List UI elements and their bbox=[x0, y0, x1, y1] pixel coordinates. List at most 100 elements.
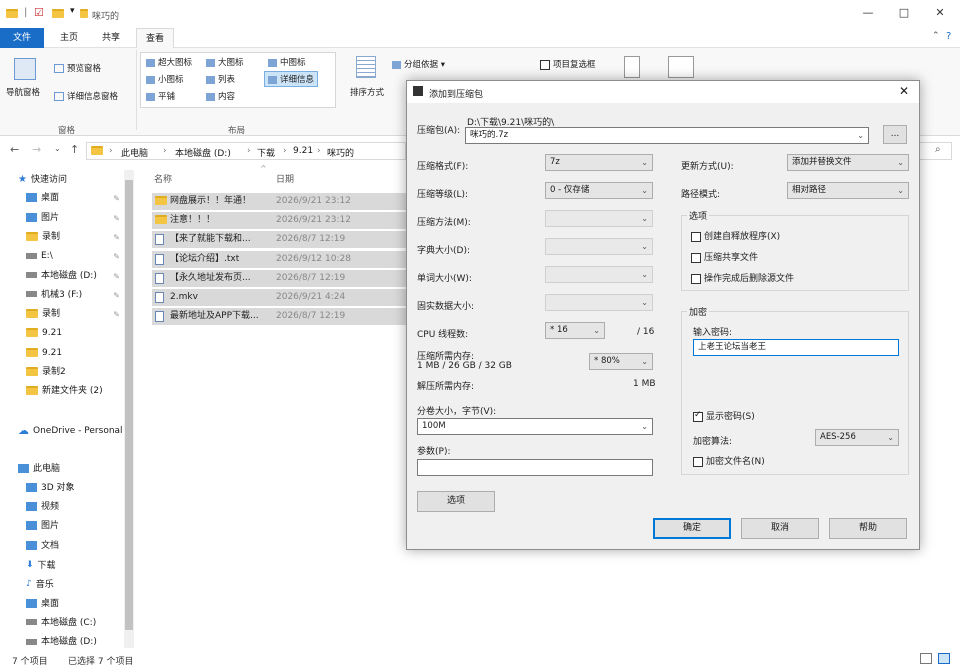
layout-content[interactable]: 内容 bbox=[206, 90, 235, 102]
forward-icon[interactable]: → bbox=[32, 143, 41, 156]
tab-share[interactable]: 共享 bbox=[94, 28, 128, 48]
nav-item[interactable]: 新建文件夹 (2) bbox=[0, 382, 126, 401]
mem-percent-select[interactable]: * 80% ⌄ bbox=[589, 353, 653, 370]
help-icon[interactable]: ? bbox=[946, 31, 951, 42]
nav-item[interactable]: 录制 ✎ bbox=[0, 228, 126, 247]
nav-item[interactable]: 9.21 bbox=[0, 324, 126, 343]
dialog-close-button[interactable]: ✕ bbox=[899, 84, 909, 98]
nav-item[interactable]: ★ 快速访问 bbox=[0, 170, 126, 189]
nav-item[interactable]: ⬇ 下载 bbox=[0, 556, 126, 575]
encrypt-names-checkbox[interactable]: 加密文件名(N) bbox=[693, 454, 765, 467]
opt-sfx-checkbox[interactable]: 创建自释放程序(X) bbox=[691, 229, 780, 242]
nav-item[interactable]: 9.21 bbox=[0, 344, 126, 363]
dict-select[interactable]: ⌄ bbox=[545, 238, 653, 255]
sort-button[interactable]: 排序方式 bbox=[350, 86, 384, 98]
layout-large-icons[interactable]: 大图标 bbox=[206, 56, 244, 68]
nav-item[interactable]: ☁ OneDrive - Personal bbox=[0, 421, 126, 440]
options-button[interactable]: 选项 bbox=[417, 491, 495, 512]
word-select[interactable]: ⌄ bbox=[545, 266, 653, 283]
minimize-button[interactable]: — bbox=[860, 6, 876, 20]
layout-list[interactable]: 列表 bbox=[206, 73, 235, 85]
format-select[interactable]: 7z ⌄ bbox=[545, 154, 653, 171]
nav-item[interactable]: 本地磁盘 (C:) bbox=[0, 614, 126, 633]
layout-details[interactable]: 详细信息 bbox=[264, 71, 319, 87]
nav-item[interactable]: E:\ ✎ bbox=[0, 247, 126, 266]
nav-item[interactable]: 机械3 (F:) ✎ bbox=[0, 286, 126, 305]
breadcrumb-item[interactable]: 本地磁盘 (D:) bbox=[175, 146, 231, 159]
details-pane-button[interactable]: 详细信息窗格 bbox=[54, 90, 118, 102]
back-icon[interactable]: ← bbox=[10, 143, 19, 156]
cpu-select[interactable]: * 16 ⌄ bbox=[545, 322, 605, 339]
nav-item[interactable]: 录制2 bbox=[0, 363, 126, 382]
update-select[interactable]: 添加并替换文件 ⌄ bbox=[787, 154, 909, 171]
breadcrumb-item[interactable]: 9.21 bbox=[293, 146, 313, 156]
column-header-date[interactable]: 日期 bbox=[276, 172, 294, 185]
details-view-icon[interactable] bbox=[920, 653, 932, 664]
nav-item[interactable]: 视频 bbox=[0, 498, 126, 517]
properties-icon[interactable]: ☑ bbox=[34, 6, 44, 19]
method-select[interactable]: ⌄ bbox=[545, 210, 653, 227]
hide-selected-icon[interactable] bbox=[624, 56, 640, 78]
group-by-button[interactable]: 分组依据 ▾ bbox=[392, 58, 445, 70]
tab-file[interactable]: 文件 bbox=[0, 28, 44, 48]
up-icon[interactable]: ↑ bbox=[70, 143, 79, 156]
enc-method-select[interactable]: AES-256 ⌄ bbox=[815, 429, 899, 446]
opt-shared-checkbox[interactable]: 压缩共享文件 bbox=[691, 250, 758, 263]
layout-small-icons[interactable]: 小图标 bbox=[146, 73, 184, 85]
nav-item[interactable]: 本地磁盘 (D:) ✎ bbox=[0, 267, 126, 286]
nav-pane-button[interactable]: 导航窗格 bbox=[6, 86, 40, 98]
nav-item[interactable]: ♪ 音乐 bbox=[0, 575, 126, 594]
file-row[interactable]: 【来了就能下载和... 2026/8/7 12:19 bbox=[152, 231, 406, 249]
quick-access-dropdown-icon[interactable]: ▾ bbox=[70, 6, 75, 16]
opt-delete-checkbox[interactable]: 操作完成后删除源文件 bbox=[691, 271, 794, 284]
layout-extra-large-icons[interactable]: 超大图标 bbox=[146, 56, 192, 68]
maximize-button[interactable]: □ bbox=[896, 6, 912, 20]
level-select[interactable]: 0 - 仅存储 ⌄ bbox=[545, 182, 653, 199]
options-icon[interactable] bbox=[668, 56, 694, 78]
preview-pane-button[interactable]: 预览窗格 bbox=[54, 62, 101, 74]
nav-item[interactable]: 3D 对象 bbox=[0, 479, 126, 498]
params-input[interactable] bbox=[417, 459, 653, 476]
nav-scrollbar-thumb[interactable] bbox=[125, 180, 133, 630]
password-input[interactable]: 上老王论坛当老王 bbox=[693, 339, 899, 356]
nav-item[interactable]: 此电脑 bbox=[0, 460, 126, 479]
browse-button[interactable]: ... bbox=[883, 125, 907, 144]
breadcrumb-item[interactable]: 咪巧的 bbox=[327, 146, 354, 159]
navigation-pane-icon[interactable] bbox=[14, 58, 36, 80]
new-folder-icon[interactable] bbox=[52, 9, 64, 18]
archive-name-combo[interactable]: 咪巧的.7z ⌄ bbox=[465, 127, 869, 144]
file-row[interactable]: 【永久地址发布页... 2026/8/7 12:19 bbox=[152, 269, 406, 287]
nav-item[interactable]: 图片 ✎ bbox=[0, 209, 126, 228]
path-mode-select[interactable]: 相对路径 ⌄ bbox=[787, 182, 909, 199]
tab-home[interactable]: 主页 bbox=[52, 28, 86, 48]
address-bar[interactable]: › 此电脑 › 本地磁盘 (D:) › 下载 › 9.21 › 咪巧的 bbox=[86, 142, 406, 160]
help-button[interactable]: 帮助 bbox=[829, 518, 907, 539]
file-row[interactable]: 2.mkv 2026/9/21 4:24 bbox=[152, 289, 406, 306]
file-row[interactable]: 网盘展示！！年通！ 2026/9/21 23:12 bbox=[152, 193, 406, 210]
solid-select[interactable]: ⌄ bbox=[545, 294, 653, 311]
recent-dropdown-icon[interactable]: ⌄ bbox=[54, 144, 61, 153]
show-password-checkbox[interactable]: 显示密码(S) bbox=[693, 409, 755, 422]
nav-item[interactable]: 图片 bbox=[0, 517, 126, 536]
file-row[interactable]: 最新地址及APP下载... 2026/8/7 12:19 bbox=[152, 308, 406, 326]
nav-item[interactable]: 桌面 ✎ bbox=[0, 189, 126, 208]
column-header-name[interactable]: 名称 bbox=[154, 172, 172, 185]
nav-item[interactable]: 录制 ✎ bbox=[0, 305, 126, 324]
ok-button[interactable]: 确定 bbox=[653, 518, 731, 539]
nav-item[interactable]: 桌面 bbox=[0, 595, 126, 614]
item-checkbox-toggle[interactable]: 项目复选框 bbox=[540, 58, 596, 70]
cancel-button[interactable]: 取消 bbox=[741, 518, 819, 539]
layout-tiles[interactable]: 平铺 bbox=[146, 90, 175, 102]
sort-icon[interactable] bbox=[356, 56, 376, 78]
tab-view[interactable]: 查看 bbox=[136, 28, 174, 48]
nav-item[interactable]: 文档 bbox=[0, 537, 126, 556]
layout-medium-icons[interactable]: 中图标 bbox=[268, 56, 306, 68]
close-button[interactable]: ✕ bbox=[932, 6, 948, 20]
file-row[interactable]: 【论坛介绍】.txt 2026/9/12 10:28 bbox=[152, 250, 406, 268]
split-combo[interactable]: 100M ⌄ bbox=[417, 418, 653, 435]
breadcrumb-item[interactable]: 下载 bbox=[257, 146, 275, 159]
breadcrumb-item[interactable]: 此电脑 bbox=[121, 146, 148, 159]
expand-ribbon-icon[interactable]: ⌃ bbox=[932, 31, 940, 41]
file-row[interactable]: 注意！！！ 2026/9/21 23:12 bbox=[152, 212, 406, 230]
thumbnail-view-icon[interactable] bbox=[938, 653, 950, 664]
